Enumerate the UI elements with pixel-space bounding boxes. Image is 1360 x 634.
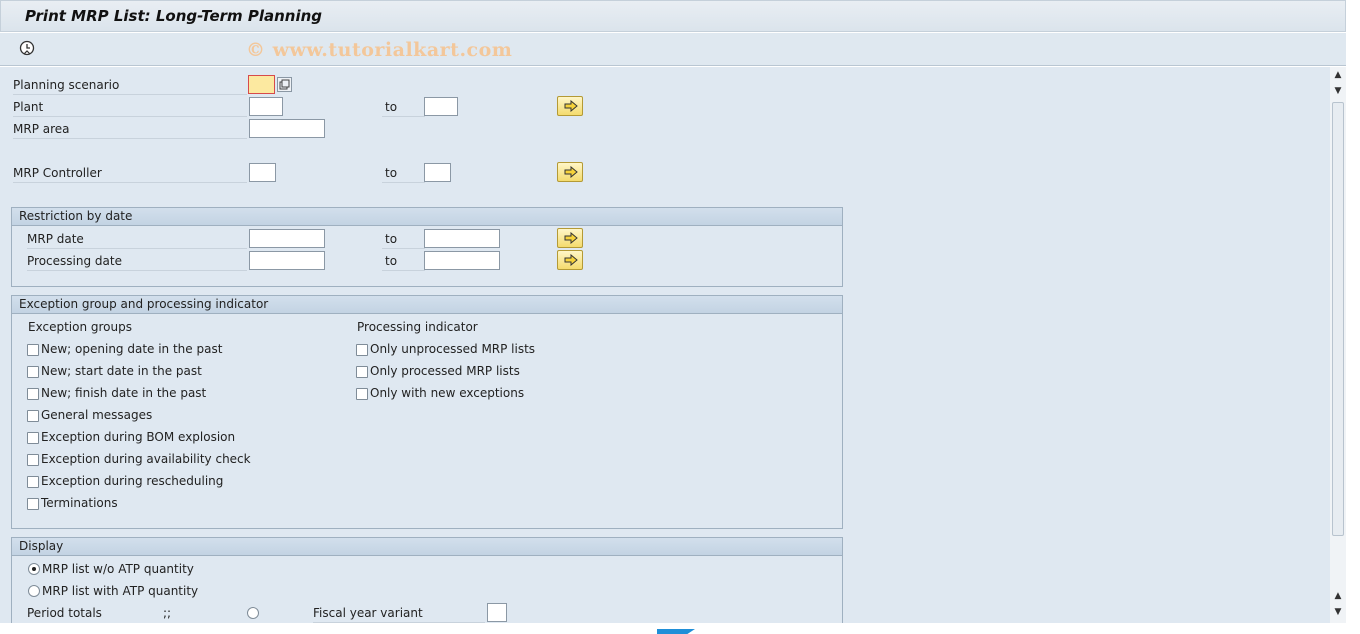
arrow-right-icon [564, 166, 578, 178]
arrow-right-icon [564, 232, 578, 244]
clock-execute-icon[interactable] [19, 40, 36, 57]
sap-logo [657, 629, 695, 634]
exception-groups-heading: Exception groups [28, 320, 132, 334]
plant-from-input[interactable] [249, 97, 283, 116]
period-totals-radio[interactable] [247, 607, 259, 619]
processing-date-multiple-selection-button[interactable] [557, 250, 583, 270]
display-title: Display [12, 538, 842, 556]
mrp-date-to-input[interactable] [424, 229, 500, 248]
mrp-controller-from-input[interactable] [249, 163, 276, 182]
display-option-label: MRP list w/o ATP quantity [42, 562, 194, 576]
plant-label: Plant [13, 98, 247, 117]
arrow-right-icon [564, 100, 578, 112]
mrp-controller-label: MRP Controller [13, 164, 247, 183]
planning-scenario-input[interactable] [248, 75, 275, 94]
scroll-down-icon[interactable]: ▲ [1333, 591, 1343, 601]
mrp-area-input[interactable] [249, 119, 325, 138]
display-option-label: MRP list with ATP quantity [42, 584, 199, 598]
value-help-icon[interactable] [277, 77, 292, 92]
mrp-date-from-input[interactable] [249, 229, 325, 248]
scroll-up-icon[interactable]: ▼ [1333, 86, 1343, 96]
application-toolbar: © www.tutorialkart.com [0, 33, 1346, 66]
mrp-date-label: MRP date [27, 230, 247, 249]
processing-indicator-item-label: Only unprocessed MRP lists [370, 342, 536, 356]
checkbox[interactable] [27, 454, 39, 466]
checkbox[interactable] [27, 388, 39, 400]
processing-indicator-item-label: Only processed MRP lists [370, 364, 520, 378]
plant-to-label: to [382, 98, 425, 117]
exception-group-item-label: Terminations [41, 496, 118, 510]
processing-date-from-input[interactable] [249, 251, 325, 270]
fiscal-year-variant-label: Fiscal year variant [313, 604, 485, 623]
exception-group-item-label: General messages [41, 408, 153, 422]
page-title: Print MRP List: Long-Term Planning [25, 7, 323, 25]
restriction-by-date-title: Restriction by date [12, 208, 842, 226]
selection-screen: Planning scenario Plant to MRP area MRP … [0, 67, 1330, 634]
processing-indicator-item-label: Only with new exceptions [370, 386, 525, 400]
exception-group-item-label: Exception during BOM explosion [41, 430, 236, 444]
checkbox[interactable] [356, 388, 368, 400]
checkbox[interactable] [27, 366, 39, 378]
arrow-right-icon [564, 254, 578, 266]
checkbox[interactable] [27, 410, 39, 422]
processing-date-label: Processing date [27, 252, 247, 271]
mrp-controller-multiple-selection-button[interactable] [557, 162, 583, 182]
watermark: © www.tutorialkart.com [246, 39, 513, 61]
radio-button[interactable] [28, 563, 40, 575]
checkbox[interactable] [27, 432, 39, 444]
scroll-up-icon[interactable]: ▲ [1333, 70, 1343, 80]
planning-scenario-label: Planning scenario [13, 76, 247, 95]
radio-button[interactable] [28, 585, 40, 597]
checkbox[interactable] [356, 344, 368, 356]
checkbox[interactable] [27, 476, 39, 488]
checkbox[interactable] [27, 498, 39, 510]
processing-indicator-heading: Processing indicator [357, 320, 478, 334]
plant-multiple-selection-button[interactable] [557, 96, 583, 116]
plant-to-input[interactable] [424, 97, 458, 116]
scroll-down-icon[interactable]: ▼ [1333, 607, 1343, 617]
mrp-date-to-label: to [382, 230, 425, 249]
fiscal-year-variant-input[interactable] [487, 603, 507, 622]
scrollbar-thumb[interactable] [1332, 102, 1344, 536]
checkbox[interactable] [356, 366, 368, 378]
status-bar [0, 623, 1360, 634]
exception-group-item-label: Exception during availability check [41, 452, 251, 466]
title-bar: Print MRP List: Long-Term Planning [0, 0, 1346, 32]
vertical-scrollbar[interactable]: ▲ ▼ ▲ ▼ [1330, 67, 1346, 623]
period-totals-marker: ;; [163, 606, 172, 620]
mrp-controller-to-input[interactable] [424, 163, 451, 182]
mrp-controller-to-label: to [382, 164, 425, 183]
mrp-date-multiple-selection-button[interactable] [557, 228, 583, 248]
processing-date-to-label: to [382, 252, 425, 271]
checkbox[interactable] [27, 344, 39, 356]
exception-group-item-label: New; finish date in the past [41, 386, 207, 400]
processing-date-to-input[interactable] [424, 251, 500, 270]
exception-group-item-label: New; start date in the past [41, 364, 202, 378]
mrp-area-label: MRP area [13, 120, 247, 139]
exception-group-item-label: Exception during rescheduling [41, 474, 224, 488]
exception-group-item-label: New; opening date in the past [41, 342, 223, 356]
period-totals-label: Period totals [27, 606, 102, 620]
exception-group-title: Exception group and processing indicator [12, 296, 842, 314]
